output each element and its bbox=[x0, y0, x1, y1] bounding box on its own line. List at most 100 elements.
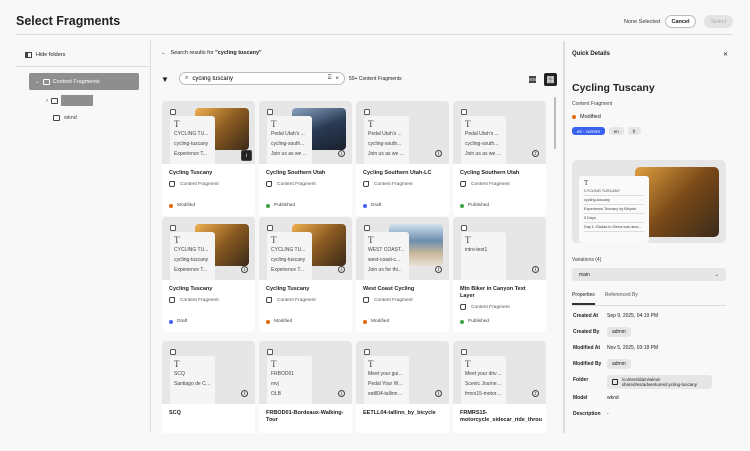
card-fields: T CYCLING TU... cycling-tuscany Experience … bbox=[267, 232, 312, 280]
fragment-card[interactable]: T CYCLING TU... cycling-tuscany Experience … bbox=[162, 101, 255, 216]
info-icon[interactable]: i bbox=[338, 390, 345, 397]
info-icon[interactable]: i bbox=[338, 150, 345, 157]
card-checkbox[interactable] bbox=[170, 109, 176, 115]
fragment-card[interactable]: T Meet your guide for a... Pedal Your Way … bbox=[356, 341, 449, 433]
fragment-card[interactable]: T CYCLING TU... cycling-tuscany Experience … bbox=[259, 217, 352, 332]
divider bbox=[16, 66, 150, 67]
card-checkbox[interactable] bbox=[364, 349, 370, 355]
status-dot bbox=[460, 203, 464, 208]
card-type: Content Fragment bbox=[374, 297, 413, 303]
field-preview: intro-text1 bbox=[465, 247, 488, 253]
text-icon: T bbox=[174, 119, 180, 129]
preview-field: 5 Days bbox=[584, 214, 644, 223]
cancel-button[interactable]: Cancel bbox=[665, 15, 696, 28]
locale-fr[interactable]: fr bbox=[627, 127, 641, 135]
hide-folders-button[interactable]: Hide folders bbox=[25, 52, 65, 58]
tab-properties[interactable]: Properties bbox=[572, 292, 595, 305]
card-checkbox[interactable] bbox=[364, 225, 370, 231]
list-view-icon[interactable] bbox=[529, 76, 536, 83]
fragment-card[interactable]: Tintro-text1 i Mtn Biker in Canyon Text … bbox=[453, 217, 546, 332]
info-icon[interactable]: i bbox=[241, 150, 252, 161]
divider bbox=[563, 41, 565, 433]
fragment-card[interactable]: T Pedal Utah's ... cycling-south... Join us… bbox=[453, 101, 546, 216]
card-title: Cycling Southern Utah-LC bbox=[363, 170, 432, 176]
card-title: SCQ bbox=[169, 410, 181, 416]
card-status: Published bbox=[468, 319, 490, 324]
field-preview: west-coast-c... bbox=[368, 257, 401, 263]
field-preview: CYCLING TU... bbox=[174, 131, 209, 137]
folder-icon bbox=[612, 379, 618, 385]
info-icon[interactable]: i bbox=[435, 266, 442, 273]
field-preview: eetll04-tallinn_by_bi... bbox=[368, 391, 405, 397]
card-checkbox[interactable] bbox=[461, 349, 467, 355]
card-title: FRBOD01-Bordeaux-Walking-Tour bbox=[266, 410, 344, 423]
info-icon[interactable]: i bbox=[532, 150, 539, 157]
fragment-card[interactable]: T Meet your driver, the... Scenic Journey … bbox=[453, 341, 546, 433]
status-dot bbox=[460, 319, 464, 324]
tree-item-content-fragments[interactable]: ⌄ Content Fragments bbox=[29, 73, 139, 90]
card-checkbox[interactable] bbox=[364, 109, 370, 115]
prop-key: Created At bbox=[573, 313, 599, 319]
prop-value: wknd bbox=[607, 395, 619, 401]
card-checkbox[interactable] bbox=[267, 225, 273, 231]
fragment-card[interactable]: T FRBOD01 mvj OLB i FRBOD01-Bordeaux-Walkin… bbox=[259, 341, 352, 433]
info-icon[interactable]: i bbox=[435, 150, 442, 157]
card-checkbox[interactable] bbox=[170, 349, 176, 355]
fragment-icon bbox=[460, 304, 466, 310]
grid-view-button[interactable]: ▦ bbox=[544, 73, 557, 86]
filter-icon[interactable]: ▼ bbox=[161, 75, 169, 84]
preview-field: Experience Tuscany by Bicycle bbox=[584, 205, 644, 214]
card-fields: T Pedal Utah's ... cycling-south... Join us… bbox=[364, 116, 409, 164]
info-icon[interactable]: i bbox=[338, 266, 345, 273]
field-preview: CYCLING TU... bbox=[271, 247, 306, 253]
preview: T CYCLING TUSCANY cycling-tuscany Experien… bbox=[572, 160, 726, 243]
select-button[interactable]: Select bbox=[704, 15, 733, 28]
card-checkbox[interactable] bbox=[267, 349, 273, 355]
fragment-card[interactable]: T SCQ Santiago de Compost... i SCQ bbox=[162, 341, 255, 433]
folder-link[interactable]: /content/dam/wknd-shared/es/adventures/c… bbox=[607, 375, 712, 389]
tab-referenced-by[interactable]: Referenced By bbox=[605, 292, 638, 305]
tree-item-redacted[interactable]: › bbox=[46, 95, 93, 106]
back-button[interactable]: ← Search results for "cycling tuscany" bbox=[161, 50, 262, 56]
tree-label: Content Fragments bbox=[52, 78, 100, 85]
text-icon: T bbox=[584, 179, 589, 187]
detail-type: Content Fragment bbox=[572, 101, 613, 107]
card-fields: T Meet your driver, the... Scenic Journey … bbox=[461, 356, 506, 404]
fragment-card[interactable]: T Pedal Utah's ... cycling-south... Join us… bbox=[259, 101, 352, 216]
card-fields: Tintro-text1 bbox=[461, 232, 506, 280]
fragment-card[interactable]: T Pedal Utah's ... cycling-south... Join us… bbox=[356, 101, 449, 216]
upload-icon[interactable]: ⍐ bbox=[328, 75, 332, 82]
variation-select[interactable]: main ⌄ bbox=[572, 268, 726, 281]
field-preview: Experience T... bbox=[271, 267, 304, 273]
info-icon[interactable]: i bbox=[241, 390, 248, 397]
card-status: Modified bbox=[274, 319, 293, 324]
card-status: Modified bbox=[177, 203, 196, 208]
card-checkbox[interactable] bbox=[461, 109, 467, 115]
card-checkbox[interactable] bbox=[170, 225, 176, 231]
fragment-card[interactable]: T WEST COAST... west-coast-c... Join us for… bbox=[356, 217, 449, 332]
divider bbox=[150, 41, 151, 433]
card-checkbox[interactable] bbox=[461, 225, 467, 231]
info-icon[interactable]: i bbox=[532, 390, 539, 397]
tree-item-wknd[interactable]: wknd bbox=[53, 115, 77, 121]
clear-icon[interactable]: × bbox=[335, 76, 339, 82]
field-preview: Join us as we ... bbox=[271, 151, 307, 157]
field-preview: cycling-south... bbox=[465, 141, 499, 147]
search-field[interactable]: ⌕ ⍐× bbox=[179, 72, 345, 85]
info-icon[interactable]: i bbox=[435, 390, 442, 397]
field-preview: cycling-south... bbox=[368, 141, 402, 147]
fragment-card[interactable]: T CYCLING TU... cycling-tuscany Experience … bbox=[162, 217, 255, 332]
info-icon[interactable]: i bbox=[532, 266, 539, 273]
page-title: Select Fragments bbox=[16, 14, 121, 28]
card-title: Cycling Southern Utah bbox=[460, 170, 520, 176]
scrollbar[interactable] bbox=[554, 97, 556, 149]
status-dot bbox=[266, 203, 270, 208]
close-icon[interactable]: ✕ bbox=[723, 51, 728, 58]
info-icon[interactable]: i bbox=[241, 266, 248, 273]
locale-es[interactable]: es - current bbox=[572, 127, 605, 135]
search-input[interactable] bbox=[192, 75, 324, 82]
field-preview: Santiago de Compost... bbox=[174, 381, 211, 387]
card-checkbox[interactable] bbox=[267, 109, 273, 115]
card-title: Cycling Tuscany bbox=[169, 286, 213, 292]
locale-en[interactable]: en bbox=[608, 127, 624, 135]
